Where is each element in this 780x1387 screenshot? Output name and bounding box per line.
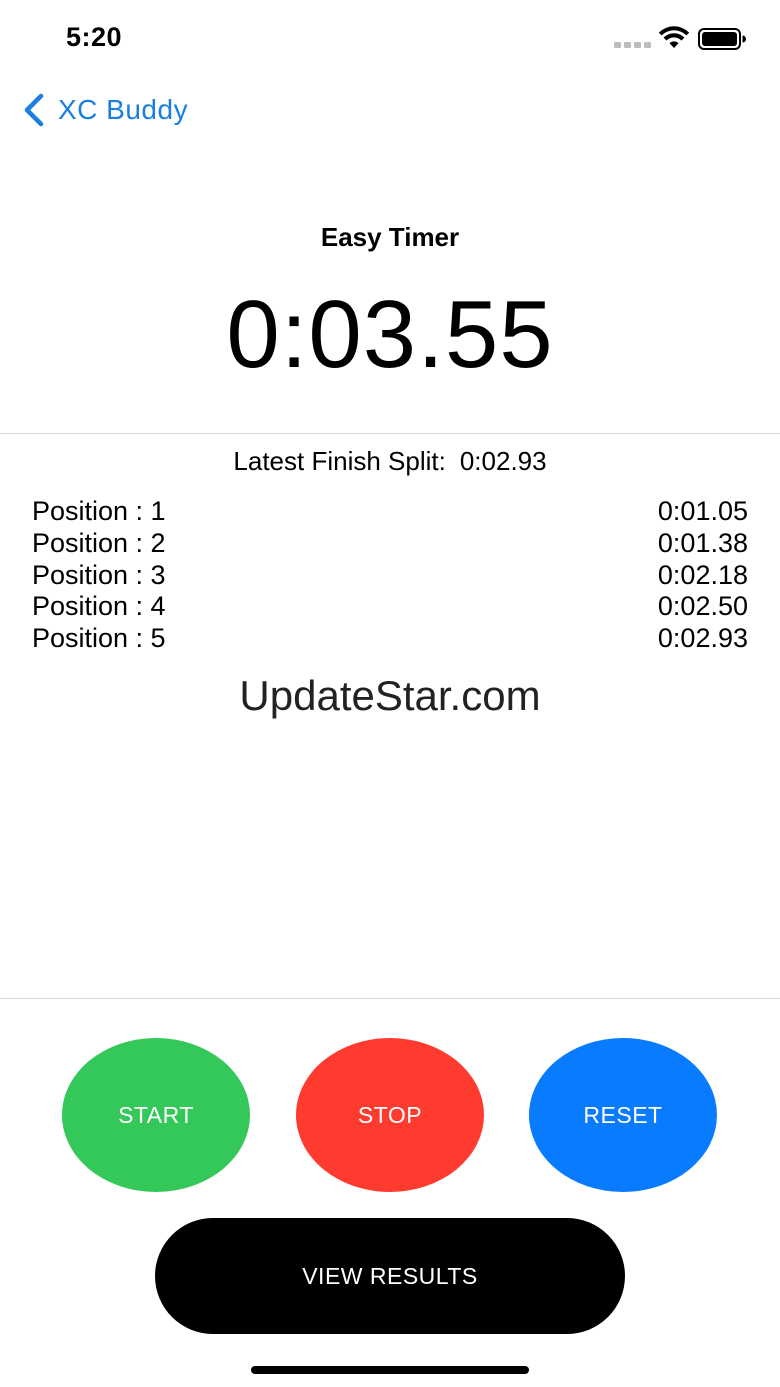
timer-display: 0:03.55 [226,281,554,388]
stop-button[interactable]: STOP [296,1038,484,1192]
wifi-icon [658,26,690,48]
position-label: Position : 4 [32,591,166,622]
list-item: Position : 3 0:02.18 [32,560,748,592]
battery-icon [698,28,746,50]
latest-split-label: Latest Finish Split: [233,446,446,476]
reset-button[interactable]: RESET [529,1038,717,1192]
list-item: Position : 4 0:02.50 [32,591,748,623]
position-time: 0:02.50 [657,591,748,622]
latest-split: Latest Finish Split: 0:02.93 [0,446,780,477]
divider-bottom [0,998,780,999]
latest-split-value: 0:02.93 [459,446,547,476]
home-indicator[interactable] [251,1366,529,1374]
back-button-label: XC Buddy [58,94,189,125]
chevron-left-icon [24,93,44,127]
list-item: Position : 2 0:01.38 [32,528,748,560]
screen-title: Easy Timer [320,222,460,252]
position-time: 0:02.93 [657,623,748,653]
back-button[interactable]: XC Buddy [22,90,188,130]
divider-top [0,433,780,434]
start-button[interactable]: START [62,1038,250,1192]
list-item: Position : 5 0:02.93 [32,623,748,655]
position-time: 0:02.18 [657,559,748,590]
status-time: 5:20 [66,22,123,52]
position-label: Position : 1 [32,496,166,526]
position-label: Position : 3 [32,559,166,590]
position-time: 0:01.05 [657,496,748,526]
signal-icon [614,42,654,48]
watermark: UpdateStar.com [239,672,541,719]
list-item: Position : 1 0:01.05 [32,496,748,528]
results-list: Position : 1 0:01.05 Position : 2 0:01.3… [32,496,748,655]
status-bar: 5:20 [0,0,780,80]
position-time: 0:01.38 [657,527,748,558]
position-label: Position : 2 [32,527,166,558]
position-label: Position : 5 [32,623,166,653]
view-results-button[interactable]: VIEW RESULTS [155,1218,625,1334]
